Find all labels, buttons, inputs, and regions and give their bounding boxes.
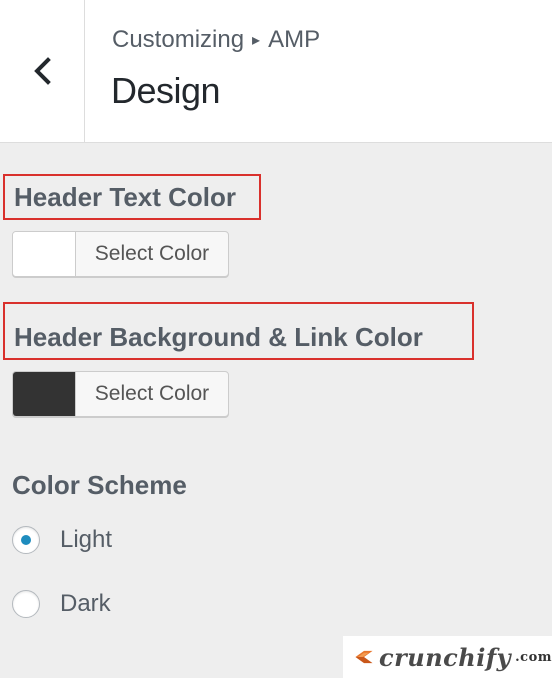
breadcrumb: Customizing ▸ AMP <box>112 26 320 54</box>
panel-title: Design <box>111 70 221 111</box>
breadcrumb-parent: Customizing <box>112 26 245 53</box>
back-button[interactable] <box>0 0 85 142</box>
radio-button-checked[interactable] <box>12 526 40 554</box>
breadcrumb-separator-icon: ▸ <box>252 32 261 49</box>
header-bg-color-label: Header Background & Link Color <box>14 322 423 352</box>
radio-label-light: Light <box>60 526 113 553</box>
header-bg-color-picker-button[interactable]: Select Color <box>12 371 229 417</box>
color-scheme-title: Color Scheme <box>12 470 187 500</box>
radio-label-dark: Dark <box>60 590 111 617</box>
customizer-header: Customizing ▸ AMP Design <box>0 0 552 143</box>
header-text-color-label: Header Text Color <box>14 182 237 212</box>
radio-dot-icon <box>21 535 31 545</box>
watermark-name: crunchify <box>379 642 512 672</box>
select-color-label: Select Color <box>94 242 210 265</box>
color-scheme-option-light[interactable]: Light <box>12 526 112 554</box>
header-text-color-picker-button[interactable]: Select Color <box>12 231 229 277</box>
watermark-tld: .com <box>515 649 552 665</box>
select-color-label: Select Color <box>94 382 210 405</box>
radio-button-unchecked[interactable] <box>12 590 40 618</box>
crunchify-watermark: crunchify .com <box>343 636 552 678</box>
breadcrumb-current: AMP <box>268 26 321 53</box>
color-scheme-option-dark[interactable]: Dark <box>12 590 111 618</box>
crunchify-logo-icon <box>355 650 373 664</box>
header-bg-color-swatch <box>13 372 76 416</box>
chevron-left-icon <box>34 57 51 85</box>
header-text-color-swatch <box>13 232 76 276</box>
